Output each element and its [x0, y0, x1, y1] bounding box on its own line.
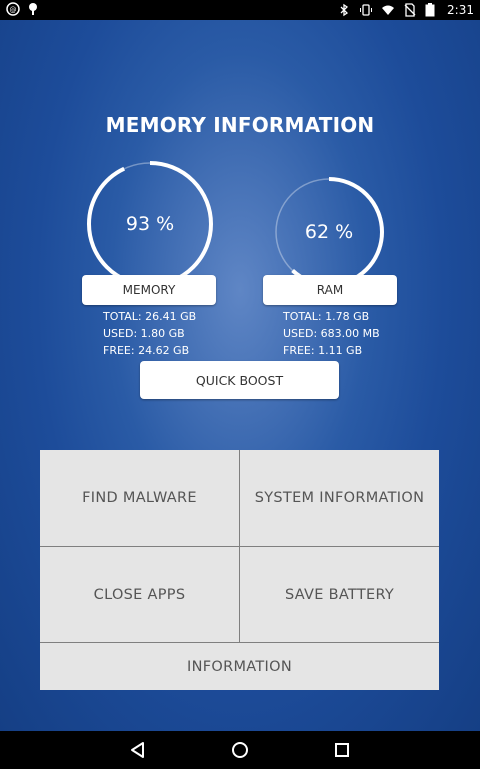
memory-total: TOTAL: 26.41 GB [103, 310, 197, 323]
memory-free: FREE: 24.62 GB [103, 344, 190, 357]
memory-percent: 93 % [125, 213, 175, 235]
ram-button[interactable]: RAM [263, 275, 397, 305]
wifi-icon [381, 3, 395, 17]
app-notification-icon: @ [6, 2, 20, 16]
no-sim-icon [403, 3, 417, 17]
grid-divider-horizontal-2 [40, 642, 439, 643]
navigation-bar [0, 731, 480, 769]
close-apps-button[interactable]: CLOSE APPS [40, 547, 239, 642]
app-content: MEMORY INFORMATION 93 % 62 % MEMORY RAM … [0, 20, 480, 731]
status-time: 2:31 [447, 3, 474, 17]
recents-icon[interactable] [332, 740, 352, 760]
memory-used: USED: 1.80 GB [103, 327, 185, 340]
page-title: MEMORY INFORMATION [105, 113, 375, 137]
quick-boost-button[interactable]: QUICK BOOST [140, 361, 339, 399]
back-icon[interactable] [128, 740, 148, 760]
memory-button[interactable]: MEMORY [82, 275, 216, 305]
menu-grid: FIND MALWARE SYSTEM INFORMATION CLOSE AP… [40, 450, 439, 690]
bluetooth-icon [337, 3, 351, 17]
grid-divider-horizontal-1 [40, 546, 439, 547]
system-information-button[interactable]: SYSTEM INFORMATION [240, 450, 439, 546]
ram-gauge: 62 % [274, 177, 384, 287]
debug-icon [26, 2, 40, 16]
vibrate-icon [359, 3, 373, 17]
information-button[interactable]: INFORMATION [40, 643, 439, 690]
memory-gauge: 93 % [86, 160, 214, 288]
status-bar: @ 2:31 [0, 0, 480, 20]
battery-icon [425, 3, 439, 17]
home-icon[interactable] [230, 740, 250, 760]
save-battery-button[interactable]: SAVE BATTERY [240, 547, 439, 642]
find-malware-button[interactable]: FIND MALWARE [40, 450, 239, 546]
ram-stats: TOTAL: 1.78 GB USED: 683.00 MB FREE: 1.1… [283, 308, 380, 359]
svg-text:@: @ [10, 6, 17, 14]
ram-free: FREE: 1.11 GB [283, 344, 363, 357]
ram-percent: 62 % [304, 221, 354, 243]
ram-total: TOTAL: 1.78 GB [283, 310, 370, 323]
ram-used: USED: 683.00 MB [283, 327, 380, 340]
memory-stats: TOTAL: 26.41 GB USED: 1.80 GB FREE: 24.6… [103, 308, 196, 359]
